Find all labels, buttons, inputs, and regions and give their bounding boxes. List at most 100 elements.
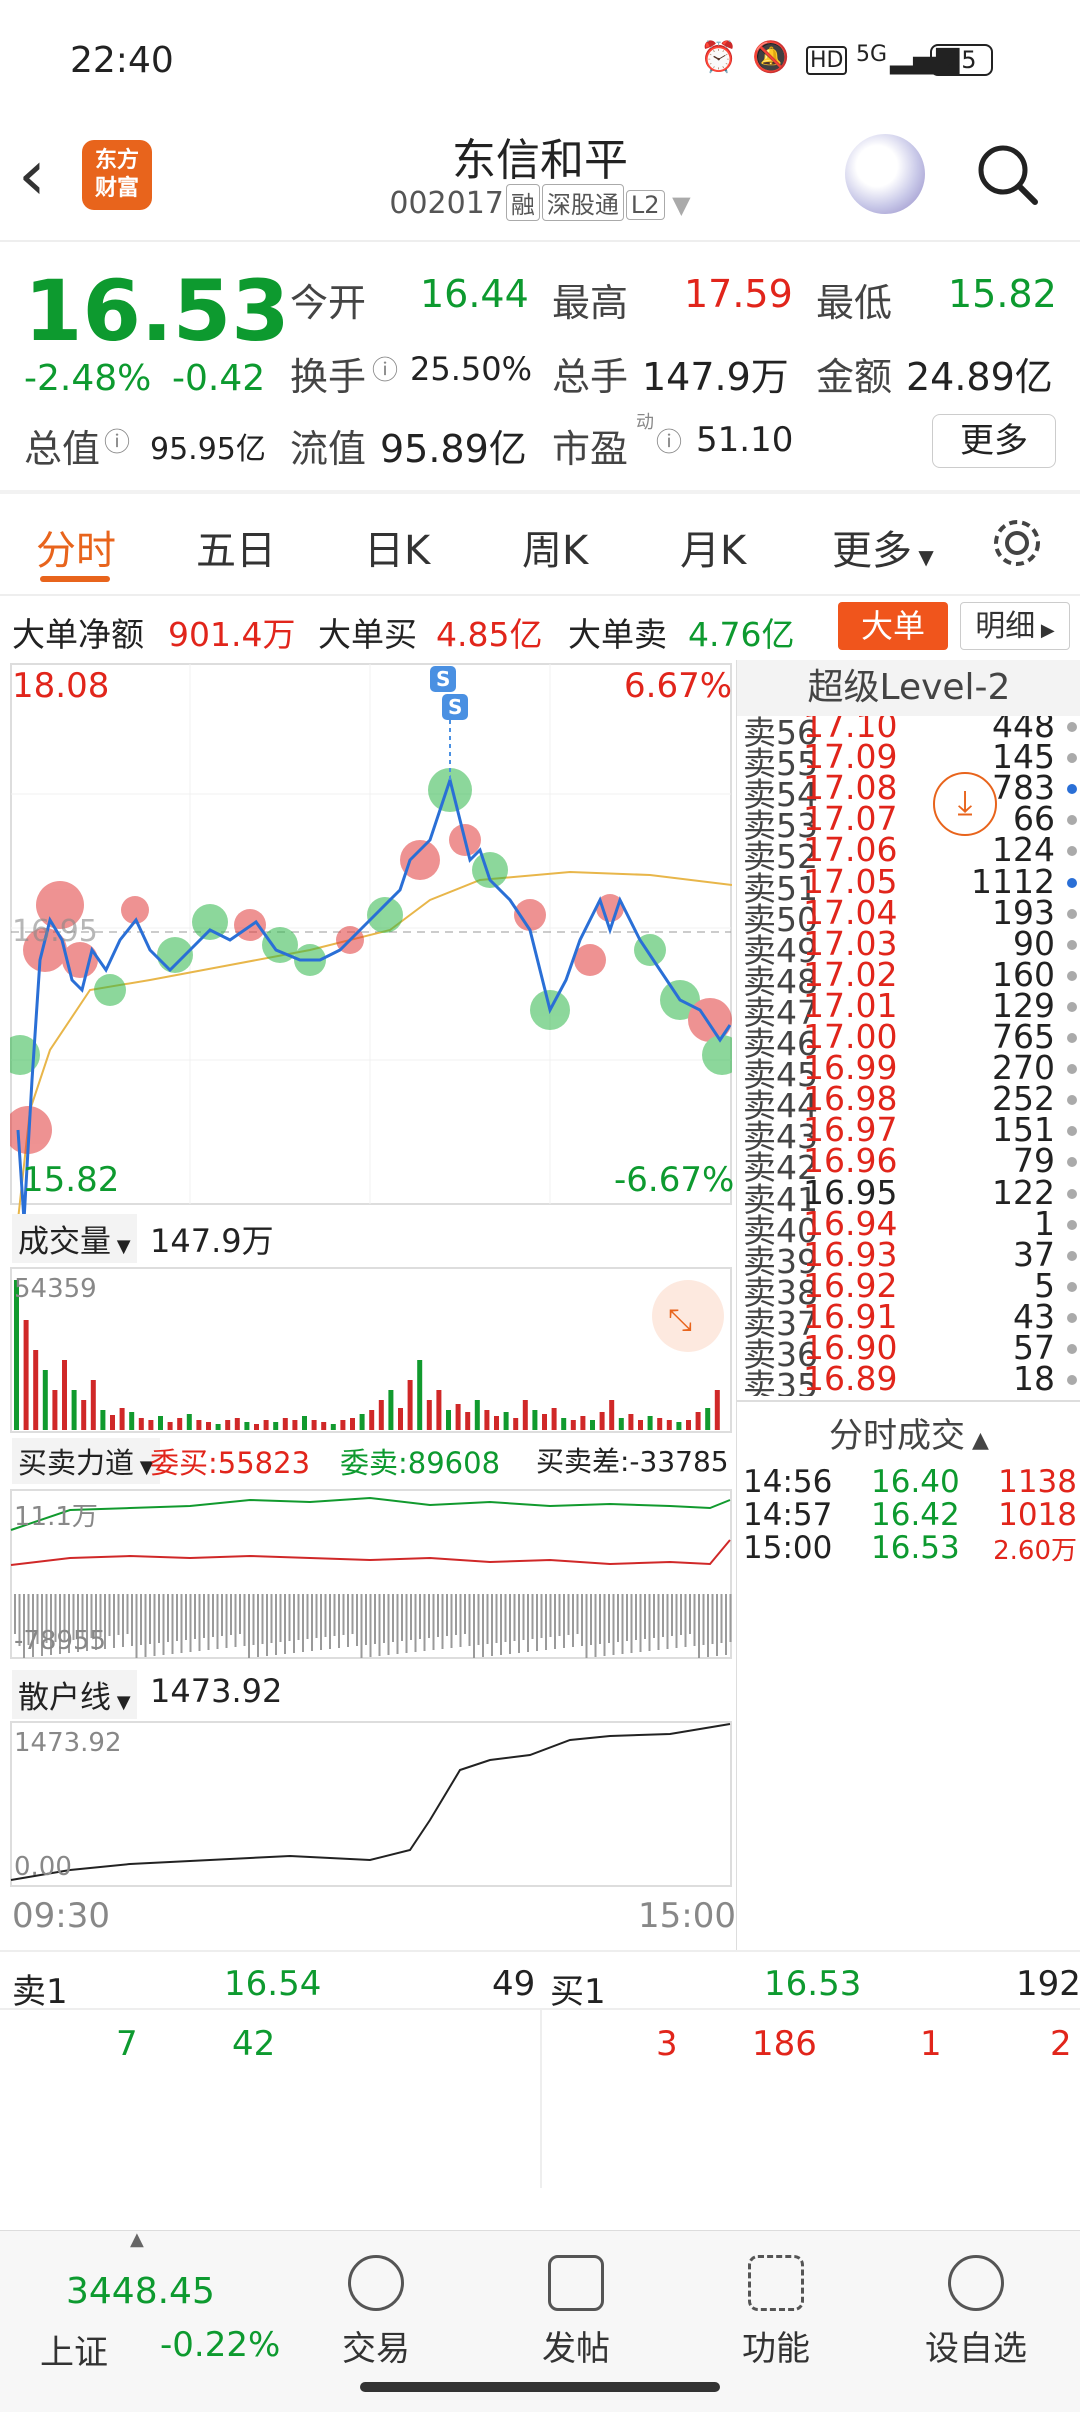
volume-bar bbox=[90, 1380, 96, 1430]
detail-button[interactable]: 明细 ▶ bbox=[960, 602, 1070, 650]
tab-more-label: 更多 bbox=[832, 528, 912, 574]
volume-bars bbox=[14, 1280, 720, 1430]
order-book-rows[interactable]: 卖56 17.10 448 卖55 17.09 145 卖54 17.08 783 卖53 17.0… bbox=[737, 716, 1080, 1396]
chart-top-pct: 6.67% bbox=[624, 666, 733, 706]
stock-code: 002017 bbox=[389, 186, 504, 221]
force-bar bbox=[297, 1594, 300, 1640]
turnover-label: 换手 bbox=[290, 355, 367, 399]
time-start: 09:30 bbox=[12, 1896, 110, 1936]
more-button[interactable]: 更多 bbox=[932, 414, 1056, 468]
force-bar bbox=[207, 1594, 210, 1650]
force-bar bbox=[239, 1594, 241, 1634]
volume-bar bbox=[71, 1390, 77, 1430]
retail-dropdown-label: 散户线 bbox=[18, 1680, 111, 1716]
open-label: 今开 bbox=[290, 281, 367, 325]
level-dot-icon bbox=[1067, 939, 1077, 950]
force-bar bbox=[351, 1594, 354, 1634]
volume-bar bbox=[177, 1418, 183, 1430]
order-book[interactable]: 超级Level-2 卖56 17.10 448 卖55 17.09 145 卖54 17.08… bbox=[736, 660, 1080, 1950]
tick-volume: 2.60万 bbox=[993, 1536, 1077, 1566]
volume-bar bbox=[350, 1418, 355, 1430]
search-icon[interactable] bbox=[975, 142, 1039, 206]
nav-function[interactable]: 功能 bbox=[706, 2255, 846, 2370]
buy-queue-item: 1 bbox=[920, 2024, 942, 2064]
network-icon: 5G bbox=[856, 42, 888, 67]
force-bar bbox=[509, 1594, 511, 1654]
download-icon[interactable]: ⤓ bbox=[933, 772, 997, 836]
level-dot-icon bbox=[1067, 1219, 1077, 1230]
force-bar bbox=[198, 1594, 201, 1651]
force-bar bbox=[347, 1594, 349, 1647]
force-bar bbox=[167, 1594, 169, 1642]
header: ‹ 东方 财富 东信和平 002017 融深股通 L2 ▼ bbox=[0, 120, 1080, 240]
retail-dropdown[interactable]: 散户线 ▼ bbox=[12, 1670, 137, 1719]
volume-bar bbox=[436, 1390, 442, 1430]
turnover-value: 25.50% bbox=[410, 350, 533, 388]
info-icon[interactable]: ⓘ bbox=[656, 422, 682, 459]
volume-bar bbox=[234, 1418, 240, 1430]
force-bar bbox=[369, 1594, 372, 1657]
force-bar bbox=[621, 1594, 624, 1654]
force-bar bbox=[284, 1594, 286, 1654]
pe-value: 51.10 bbox=[696, 420, 794, 460]
chart-bottom-price: 15.82 bbox=[22, 1160, 120, 1200]
tab-weekly-k[interactable]: 周K bbox=[522, 518, 588, 576]
settings-gear-icon[interactable] bbox=[990, 516, 1044, 570]
info-icon[interactable]: ⓘ bbox=[372, 350, 398, 387]
tab-intraday[interactable]: 分时 bbox=[36, 518, 116, 576]
net-value: 901.4万 bbox=[168, 615, 296, 654]
force-bar bbox=[203, 1594, 205, 1638]
force-bar bbox=[707, 1594, 709, 1657]
force-buy: 委买:55823 bbox=[150, 1446, 311, 1480]
caret-up-icon[interactable]: ▲ bbox=[130, 2229, 144, 2250]
level2-title: 超级Level-2 bbox=[737, 660, 1080, 716]
force-bar bbox=[392, 1594, 394, 1642]
tab-five-day[interactable]: 五日 bbox=[196, 518, 276, 576]
buy-queue-item: 2 bbox=[1050, 2024, 1072, 2064]
chart-bottom-pct: -6.67% bbox=[614, 1160, 735, 1200]
tick-price: 16.53 bbox=[871, 1530, 960, 1566]
index-widget[interactable]: 3448.45 上证 -0.22% bbox=[0, 2271, 300, 2391]
force-bar bbox=[122, 1594, 124, 1647]
info-icon[interactable]: ⓘ bbox=[104, 422, 130, 459]
force-bar bbox=[720, 1594, 723, 1643]
alarm-icon: ⏰ bbox=[700, 40, 738, 75]
volume-bar bbox=[484, 1410, 490, 1430]
volume-bar bbox=[532, 1410, 538, 1430]
low-value: 15.82 bbox=[948, 272, 1057, 316]
big-order-button[interactable]: 大单 bbox=[838, 602, 948, 650]
force-bar bbox=[657, 1594, 660, 1650]
force-bar bbox=[194, 1594, 196, 1639]
tab-monthly-k[interactable]: 月K bbox=[680, 518, 746, 576]
force-dropdown-label: 买卖力道 bbox=[18, 1446, 135, 1480]
amount-value: 24.89亿 bbox=[906, 355, 1053, 399]
nav-add-watchlist[interactable]: 设自选 bbox=[906, 2255, 1046, 2370]
home-indicator[interactable] bbox=[360, 2382, 720, 2392]
force-bar bbox=[144, 1594, 147, 1657]
force-bar bbox=[117, 1594, 120, 1635]
volume-bar bbox=[254, 1424, 259, 1430]
tab-daily-k[interactable]: 日K bbox=[364, 518, 430, 576]
force-bar bbox=[468, 1594, 471, 1646]
buy-label: 大单买 bbox=[318, 615, 417, 654]
force-bar bbox=[423, 1594, 426, 1651]
tab-more[interactable]: 更多 ▼ bbox=[832, 518, 934, 576]
force-bar bbox=[504, 1594, 507, 1642]
force-bar bbox=[513, 1594, 516, 1641]
volume-value: 147.9万 bbox=[642, 355, 789, 399]
nav-post[interactable]: 发帖 bbox=[506, 2255, 646, 2370]
force-bar bbox=[230, 1594, 232, 1635]
nav-trade[interactable]: 交易 bbox=[306, 2255, 446, 2370]
force-bar bbox=[675, 1594, 678, 1648]
volume-bar bbox=[282, 1418, 288, 1430]
edit-icon bbox=[548, 2255, 604, 2311]
volume-bar bbox=[618, 1418, 624, 1430]
nav-post-label: 发帖 bbox=[542, 2329, 610, 2369]
force-bar bbox=[455, 1594, 457, 1635]
ticks-title[interactable]: 分时成交 ▲ bbox=[737, 1408, 1080, 1457]
hd-icon: HD bbox=[806, 46, 848, 75]
level-dot-icon bbox=[1067, 1250, 1077, 1261]
force-dropdown[interactable]: 买卖力道 ▼ bbox=[12, 1438, 160, 1484]
assistant-avatar-icon[interactable] bbox=[845, 134, 925, 214]
volume-dropdown[interactable]: 成交量 ▼ bbox=[12, 1214, 137, 1263]
